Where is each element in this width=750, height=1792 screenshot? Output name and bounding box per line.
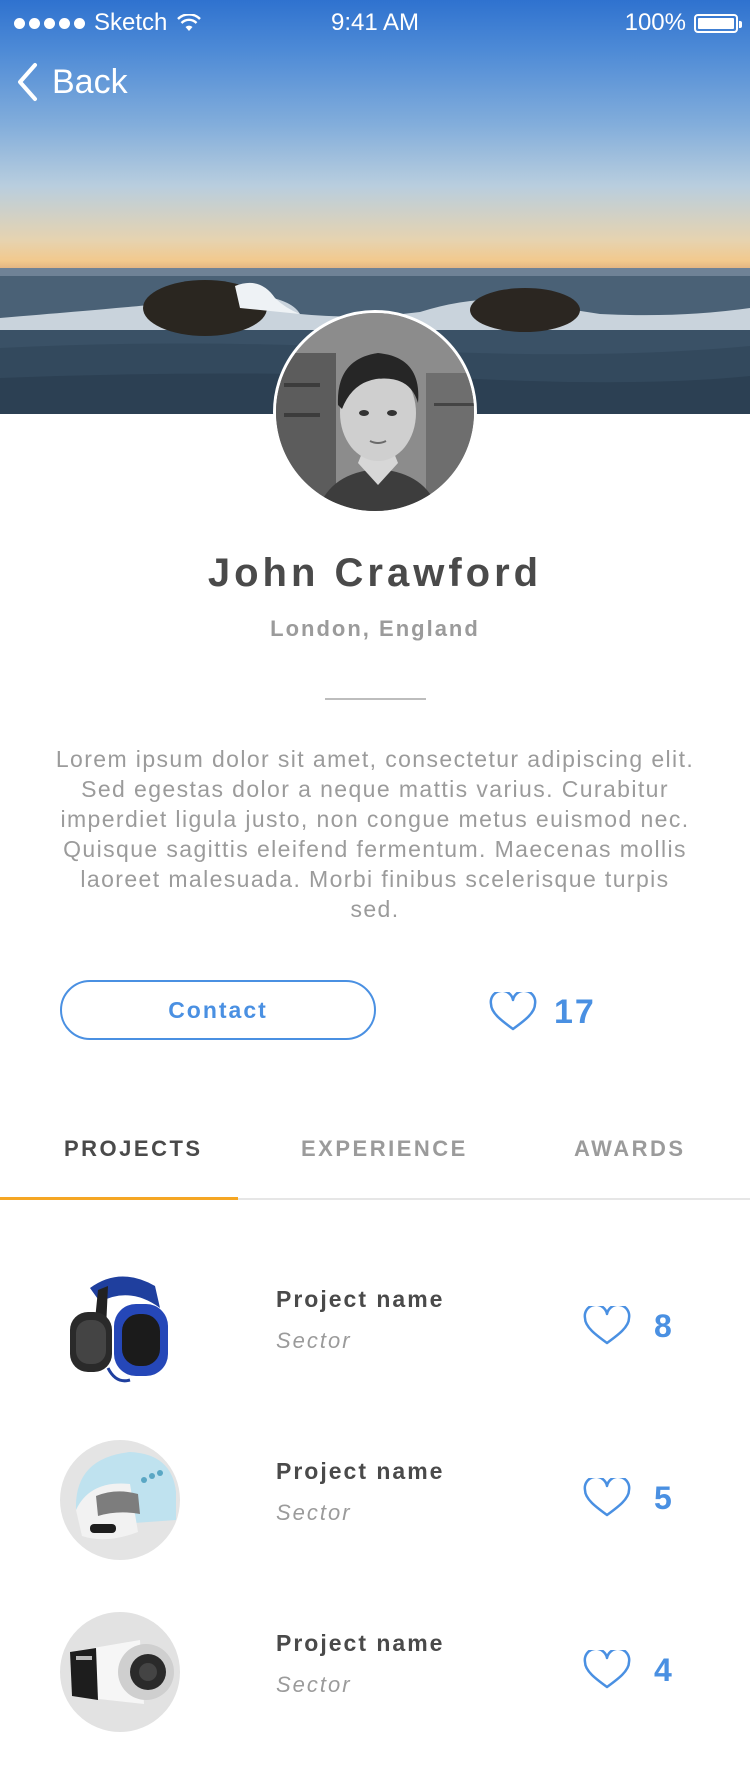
tab-bar: PROJECTS EXPERIENCE AWARDS — [0, 1110, 750, 1200]
project-name: Project name — [276, 1458, 445, 1484]
contact-button[interactable]: Contact — [60, 980, 376, 1040]
project-like-button[interactable]: 5 — [582, 1478, 672, 1518]
project-like-count: 5 — [654, 1479, 672, 1516]
tab-projects[interactable]: PROJECTS — [64, 1136, 203, 1162]
list-item[interactable]: Project name Sector 4 — [0, 1602, 750, 1742]
profile-like-count: 17 — [554, 992, 596, 1031]
battery-percentage: 100% — [624, 9, 686, 36]
project-thumbnail — [60, 1440, 180, 1560]
headphones-image — [60, 1268, 180, 1388]
project-sector: Sector — [276, 1500, 352, 1525]
profile-like-button[interactable]: 17 — [488, 992, 596, 1032]
chevron-left-icon — [18, 63, 37, 101]
helmet-image — [60, 1440, 180, 1560]
project-like-button[interactable]: 4 — [582, 1650, 672, 1690]
project-thumbnail — [60, 1268, 180, 1388]
heart-icon — [583, 1306, 631, 1345]
status-bar: Sketch 9:41 AM 100% — [0, 0, 750, 44]
tab-experience[interactable]: EXPERIENCE — [301, 1136, 468, 1162]
project-sector: Sector — [276, 1328, 352, 1353]
project-like-count: 8 — [654, 1307, 672, 1344]
project-thumbnail — [60, 1612, 180, 1732]
project-name: Project name — [276, 1630, 445, 1656]
heart-icon — [583, 1650, 631, 1689]
divider — [325, 698, 426, 700]
back-label: Back — [52, 62, 128, 101]
back-button[interactable]: Back — [16, 62, 128, 102]
project-name: Project name — [276, 1286, 445, 1312]
list-item[interactable]: Project name Sector 8 — [0, 1258, 750, 1398]
project-like-button[interactable]: 8 — [582, 1306, 672, 1346]
heart-icon — [583, 1478, 631, 1517]
project-like-count: 4 — [654, 1651, 672, 1688]
project-sector: Sector — [276, 1672, 352, 1697]
profile-location: London, England — [270, 616, 480, 641]
profile-name: John Crawford — [207, 551, 543, 595]
list-item[interactable]: Project name Sector 5 — [0, 1430, 750, 1570]
battery-icon — [694, 13, 742, 33]
active-tab-indicator — [0, 1197, 238, 1200]
profile-photo — [276, 313, 474, 511]
hair-dryer-image — [60, 1612, 180, 1732]
avatar — [273, 310, 477, 514]
heart-icon — [489, 992, 537, 1031]
profile-bio: Lorem ipsum dolor sit amet, consectetur … — [55, 746, 695, 922]
tab-awards[interactable]: AWARDS — [574, 1136, 686, 1162]
